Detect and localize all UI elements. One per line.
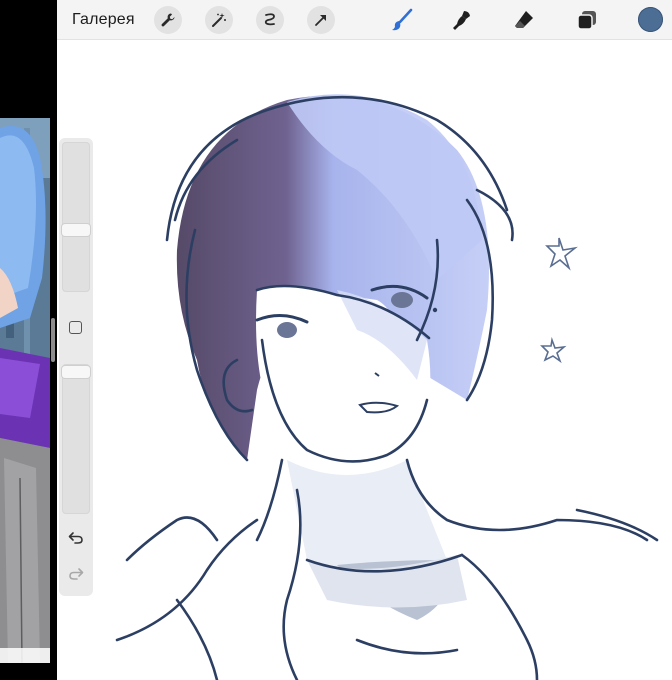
layers-icon <box>577 11 596 30</box>
redo-button[interactable] <box>65 564 87 584</box>
undo-arrow-icon <box>68 532 83 544</box>
brush-size-slider[interactable] <box>62 142 90 292</box>
wrench-icon <box>161 13 175 27</box>
top-toolbar: Галерея <box>57 0 672 40</box>
transform-arrow-icon <box>315 15 326 26</box>
opacity-slider-thumb[interactable] <box>62 366 90 378</box>
actions-button[interactable] <box>154 6 182 34</box>
layers-button[interactable] <box>574 7 600 33</box>
adjustments-button[interactable] <box>205 6 233 34</box>
reference-illustration <box>0 118 50 663</box>
color-picker-button[interactable] <box>638 7 663 32</box>
redo-arrow-icon <box>69 568 84 580</box>
split-view-handle[interactable] <box>51 318 55 362</box>
undo-button[interactable] <box>65 528 87 548</box>
modify-square-button[interactable] <box>69 321 82 334</box>
size-slider-thumb[interactable] <box>62 224 90 236</box>
artwork <box>115 94 659 680</box>
smudge-tool[interactable] <box>449 7 475 33</box>
drawing-canvas[interactable] <box>57 40 672 680</box>
left-sidebar <box>59 138 93 596</box>
eraser-tool[interactable] <box>511 7 537 33</box>
magic-wand-icon <box>212 13 226 27</box>
brush-opacity-slider[interactable] <box>62 364 90 514</box>
brush-icon <box>392 8 413 31</box>
reference-panel <box>0 0 57 680</box>
eraser-icon <box>515 11 533 28</box>
gallery-button[interactable]: Галерея <box>72 11 135 29</box>
brush-tool[interactable] <box>389 7 415 33</box>
selection-icon <box>264 13 275 26</box>
transform-button[interactable] <box>307 6 335 34</box>
reference-image <box>0 118 50 663</box>
smudge-icon <box>453 11 470 30</box>
selection-button[interactable] <box>256 6 284 34</box>
